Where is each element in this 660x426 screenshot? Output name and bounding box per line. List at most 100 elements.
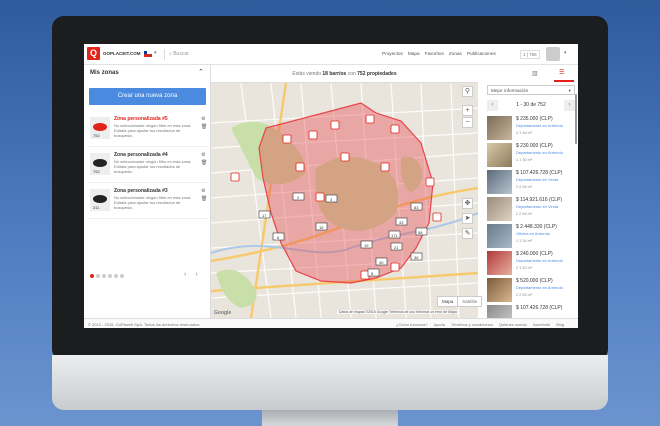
chevron-down-icon[interactable]: ▾ <box>564 50 567 56</box>
trash-icon[interactable]: 🗑 <box>201 160 207 166</box>
footer-link[interactable]: Términos y condiciones <box>451 322 493 327</box>
notification-counter[interactable]: 1 | 755 <box>520 50 540 59</box>
listing-photo[interactable] <box>487 143 512 167</box>
pager-dot[interactable] <box>108 274 112 278</box>
map-marker-label: 43 <box>399 220 404 225</box>
listing-photo[interactable] <box>487 170 512 194</box>
zone-name[interactable]: Zona personalizada #5 <box>114 116 168 122</box>
listing-price[interactable]: $ 2.448.330 (CLP) <box>516 224 557 230</box>
zoom-out-button[interactable]: − <box>462 117 473 128</box>
chevron-left-icon[interactable]: ‹ <box>184 271 186 278</box>
footer: © 2012 - 2015, GoPlaceIt SpA. Todos los … <box>84 318 578 328</box>
footer-link[interactable]: Inscríbete <box>533 322 551 327</box>
pager-dot[interactable] <box>114 274 118 278</box>
listing-card[interactable]: $ 230.000 (CLP) Departamento en Arriendo 1… <box>487 142 575 169</box>
search-placeholder: Buscar <box>173 51 189 57</box>
zones-title: Mis zonas <box>90 70 119 76</box>
chevron-down-icon[interactable]: ▾ <box>154 50 157 56</box>
listing-price[interactable]: $ 107.426.728 (CLP) <box>516 305 562 311</box>
listing-price[interactable]: $ 240.000 (CLP) <box>516 251 553 257</box>
nav-zonas[interactable]: Zonas <box>449 51 462 56</box>
map-attribution[interactable]: Datos de mapas ©2015 Google Términos de … <box>337 310 459 314</box>
results-summary: Estás viendo 18 barrios con 752 propieda… <box>211 65 478 83</box>
listing-card[interactable]: $ 114.921.616 (CLP) Departamento en Venta… <box>487 196 575 223</box>
listing-card[interactable]: $ 240.000 (CLP) Departamento en Arriendo 2… <box>487 250 575 277</box>
brand-name[interactable]: GOPLACEIT.COM <box>103 51 141 56</box>
zone-item[interactable]: 311 Zona personalizada #3 No seleccionas… <box>88 187 208 219</box>
chevron-right-icon[interactable]: › <box>195 271 197 278</box>
pager-dot[interactable] <box>102 274 106 278</box>
nav-publicaciones[interactable]: Publicaciones <box>467 51 496 56</box>
sort-select[interactable]: Mejor información ▾ <box>487 85 575 95</box>
chevron-up-icon[interactable]: ⌃ <box>198 68 204 76</box>
footer-link[interactable]: Ayuda <box>434 322 445 327</box>
gear-icon[interactable]: ⚙ <box>201 116 205 122</box>
pager-dot[interactable] <box>120 274 124 278</box>
listing-type: Departamento en Venta <box>516 177 559 182</box>
map-type-mapa[interactable]: Mapa <box>438 297 457 306</box>
listing-photo[interactable] <box>487 197 512 221</box>
zones-sidebar: Mis zonas ⌃ Crear una nueva zona 752 Zon… <box>84 65 211 318</box>
map-area[interactable]: 2 3 8 15 17 19 21 36 40 43 58 83 171 8 ⚲… <box>211 83 478 318</box>
map-canvas[interactable]: 2 3 8 15 17 19 21 36 40 43 58 83 171 8 <box>211 83 478 318</box>
footer-link[interactable]: Blog <box>556 322 564 327</box>
listing-price[interactable]: $ 114.921.616 (CLP) <box>516 197 562 203</box>
map-marker-label: 171 <box>391 233 398 238</box>
listings-panel: Mejor información ▾ ‹ 1 - 30 de 752 › $ 2… <box>483 83 578 318</box>
map-marker-label: 58 <box>418 230 423 235</box>
zone-item[interactable]: 752 Zona personalizada #5 No seleccionas… <box>88 115 208 147</box>
zone-count: 311 <box>93 205 100 210</box>
prev-page-icon[interactable]: ‹ <box>487 100 498 111</box>
next-page-icon[interactable]: › <box>564 100 575 111</box>
listing-price[interactable]: $ 107.426.728 (CLP) <box>516 170 562 176</box>
zone-item[interactable]: 752 Zona personalizada #4 No seleccionas… <box>88 151 208 183</box>
logo-icon[interactable]: Q <box>87 47 100 60</box>
zone-name[interactable]: Zona personalizada #3 <box>114 188 168 194</box>
streetview-icon[interactable]: ⚲ <box>462 86 473 97</box>
listing-photo[interactable] <box>487 116 512 140</box>
listing-price[interactable]: $ 235.000 (CLP) <box>516 116 553 122</box>
footer-link[interactable]: Quiénes somos <box>499 322 527 327</box>
listing-price[interactable]: $ 230.000 (CLP) <box>516 143 553 149</box>
trash-icon[interactable]: 🗑 <box>201 124 207 130</box>
zone-name[interactable]: Zona personalizada #4 <box>114 152 168 158</box>
map-type-satelite[interactable]: Satélite <box>457 297 481 306</box>
app-screen: Q GOPLACEIT.COM ▾ ⌕ Buscar Proyectos Map… <box>84 44 578 328</box>
search-input[interactable]: ⌕ Buscar <box>164 49 374 60</box>
zone-shape-icon <box>93 123 107 131</box>
trash-icon[interactable]: 🗑 <box>201 196 207 202</box>
listing-card[interactable]: $ 107.426.728 (CLP) Departamento en Venta… <box>487 169 575 196</box>
listing-price[interactable]: $ 520.000 (CLP) <box>516 278 553 284</box>
nav-mapa[interactable]: Mapa <box>408 51 420 56</box>
user-avatar-icon[interactable] <box>546 47 560 61</box>
map-view-icon[interactable]: ▥ <box>532 70 538 77</box>
locate-icon[interactable]: ➤ <box>462 213 473 224</box>
gear-icon[interactable]: ⚙ <box>201 188 205 194</box>
pager-dot[interactable] <box>96 274 100 278</box>
zone-description: No seleccionaste ningún filtro en esta z… <box>114 159 192 174</box>
map-marker-label: 83 <box>414 205 419 210</box>
listing-card[interactable]: $ 235.000 (CLP) Departamento en Arriendo 2… <box>487 115 575 142</box>
create-zone-button[interactable]: Crear una nueva zona <box>89 88 206 105</box>
pager-dot[interactable] <box>90 274 94 278</box>
gear-icon[interactable]: ⚙ <box>201 152 205 158</box>
chevron-down-icon: ▾ <box>568 88 571 93</box>
listing-card[interactable]: $ 107.426.728 (CLP) <box>487 304 575 318</box>
draw-zone-icon[interactable]: ✎ <box>462 228 473 239</box>
listing-card[interactable]: $ 2.448.330 (CLP) Oficina en Arriendo 1 1 … <box>487 223 575 250</box>
range-text: 1 - 30 de 752 <box>516 102 546 108</box>
listing-card[interactable]: $ 520.000 (CLP) Departamento en Arriendo 2… <box>487 277 575 304</box>
listing-photo[interactable] <box>487 224 512 248</box>
nav-favoritos[interactable]: Favoritos <box>425 51 444 56</box>
map-marker-label: 36 <box>414 255 419 260</box>
list-view-icon[interactable]: ☰ <box>559 69 564 76</box>
listing-photo[interactable] <box>487 278 512 302</box>
listing-photo[interactable] <box>487 251 512 275</box>
nav-proyectos[interactable]: Proyectos <box>382 51 403 56</box>
footer-link[interactable]: ¿Cómo funciona? <box>396 322 428 327</box>
pan-icon[interactable]: ✥ <box>462 198 473 209</box>
chile-flag-icon[interactable] <box>144 51 152 57</box>
listing-photo[interactable] <box>487 305 512 318</box>
zoom-in-button[interactable]: + <box>462 105 473 116</box>
listings-scrollbar[interactable] <box>575 94 577 144</box>
